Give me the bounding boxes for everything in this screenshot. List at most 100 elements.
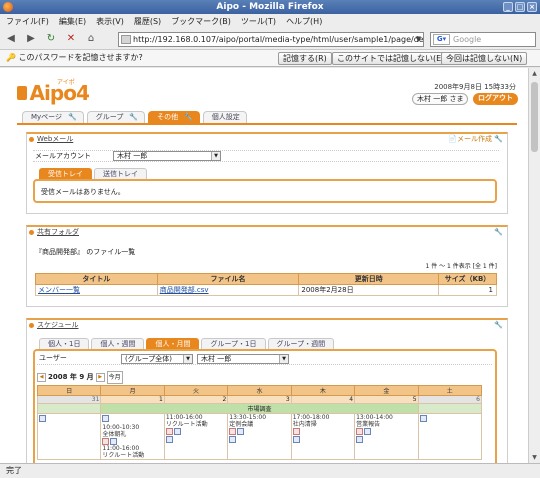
add-event-icon[interactable] — [165, 436, 173, 443]
day-cell-wed[interactable]: 13:30-15:00 定例会議 — [227, 413, 292, 460]
day-cell-fri[interactable]: 13:00-14:00 営業報告 — [354, 413, 419, 460]
menu-help[interactable]: ヘルプ(H) — [286, 16, 322, 27]
col-filename[interactable]: ファイル名 — [156, 273, 300, 285]
this-month-button[interactable]: 今月 — [106, 370, 123, 384]
menu-edit[interactable]: 編集(E) — [59, 16, 86, 27]
next-month-icon[interactable]: ▶ — [95, 372, 105, 382]
user-label: ユーザー — [39, 354, 67, 362]
search-engine-icon[interactable]: G▾ — [433, 34, 450, 45]
span-event[interactable]: 市場調査 — [100, 403, 419, 414]
not-now-button[interactable]: 今回は記憶しない(N) — [441, 52, 528, 65]
home-icon[interactable]: ⌂ — [84, 32, 98, 46]
file-title-link[interactable]: メンバー一覧 — [38, 286, 80, 294]
add-event-icon[interactable] — [39, 415, 46, 422]
tab-group-week[interactable]: グループ・週間 — [267, 338, 335, 349]
day-cell-thu[interactable]: 17:00-18:00 社内清掃 — [290, 413, 356, 460]
day-number[interactable]: 5 — [354, 395, 419, 404]
wrench-icon[interactable]: 🔧 — [494, 320, 503, 331]
scroll-down-icon[interactable]: ▼ — [529, 452, 540, 463]
tab-personal-settings[interactable]: 個人設定 — [202, 111, 247, 123]
menu-file[interactable]: ファイル(F) — [6, 16, 49, 27]
add-event-icon[interactable] — [229, 436, 237, 443]
aipo-logo[interactable]: Aipo4 アイポ — [17, 79, 90, 105]
close-button[interactable]: × — [527, 2, 537, 12]
tab-mypage[interactable]: Myページ 🔧 — [22, 111, 84, 123]
remember-password-button[interactable]: 記憶する(R) — [278, 52, 332, 65]
url-dropdown-icon[interactable]: ▼ — [416, 33, 421, 46]
add-event-icon[interactable] — [292, 436, 300, 443]
wrench-icon[interactable]: 🔧 — [494, 227, 503, 238]
wrench-icon[interactable]: 🔧 — [184, 112, 193, 123]
url-bar[interactable]: http://192.168.0.107/aipo/portal/media-t… — [118, 32, 424, 47]
page-favicon — [121, 35, 131, 44]
tab-other[interactable]: その他 🔧 — [148, 111, 200, 123]
mail-account-select[interactable]: 木村 一郎 ▼ — [113, 151, 221, 161]
stop-icon[interactable]: ✕ — [64, 32, 78, 46]
search-box[interactable]: G▾ Google — [430, 32, 536, 47]
day-number[interactable]: 4 — [290, 395, 356, 404]
day-number[interactable]: 1 — [100, 395, 165, 404]
day-number[interactable]: 6 — [417, 395, 483, 404]
col-title[interactable]: タイトル — [35, 273, 158, 285]
maximize-button[interactable]: □ — [515, 2, 525, 12]
webmail-portlet: Webメール 📄メール作成 🔧 メールアカウント 木村 一郎 ▼ 受信トレイ 送信… — [26, 132, 508, 214]
facility-icon — [110, 438, 118, 445]
wrench-icon[interactable]: 🔧 — [129, 112, 138, 123]
webmail-title[interactable]: Webメール 📄メール作成 🔧 — [27, 134, 507, 146]
minimize-button[interactable]: _ — [503, 2, 513, 12]
window-titlebar: Aipo - Mozilla Firefox _ □ × — [0, 0, 540, 14]
forward-icon[interactable]: ▶ — [24, 32, 38, 46]
add-event-icon[interactable] — [102, 415, 110, 422]
add-event-icon[interactable] — [356, 436, 364, 443]
menu-tools[interactable]: ツール(T) — [241, 16, 276, 27]
event-item[interactable]: 17:00-18:00 社内清掃 — [293, 414, 353, 428]
wrench-icon[interactable]: 🔧 — [68, 112, 77, 123]
event-item[interactable]: 11:00-16:00 リクルート活動 — [166, 414, 226, 428]
day-cell-sat[interactable] — [417, 413, 483, 460]
prev-month-icon[interactable]: ◀ — [37, 372, 46, 382]
event-item[interactable]: 11:00-16:00 リクルート活動 — [102, 445, 162, 459]
chevron-down-icon: ▼ — [279, 355, 288, 363]
event-item[interactable]: 13:30-15:00 定例会議 — [229, 414, 289, 428]
scroll-up-icon[interactable]: ▲ — [529, 68, 540, 79]
password-notification-bar: 🔑 このパスワードを記憶させますか? 記憶する(R) このサイトでは記憶しない(… — [0, 50, 540, 67]
tab-personal-day[interactable]: 個人・1日 — [39, 338, 90, 349]
day-cell-sun[interactable] — [36, 413, 102, 460]
group-select[interactable]: (グループ全体) ▼ — [121, 354, 193, 364]
never-remember-button[interactable]: このサイトでは記憶しない(E) — [332, 52, 450, 65]
reload-icon[interactable]: ↻ — [44, 32, 58, 46]
menu-bookmarks[interactable]: ブックマーク(B) — [171, 16, 231, 27]
add-event-icon[interactable] — [419, 415, 427, 422]
tab-sent[interactable]: 送信トレイ — [94, 168, 147, 179]
compose-mail-link[interactable]: 📄メール作成 🔧 — [448, 134, 503, 145]
tab-inbox[interactable]: 受信トレイ — [39, 168, 92, 179]
day-cell-mon[interactable]: 10:00-10:30 全体朝礼 11:00-16:00 リクルート活動 — [100, 413, 165, 460]
event-item[interactable]: 13:00-14:00 営業報告 — [356, 414, 416, 428]
event-item[interactable]: 10:00-10:30 全体朝礼 — [102, 424, 162, 438]
tab-personal-month[interactable]: 個人・月間 — [146, 338, 200, 349]
file-name-link[interactable]: 商品開発部.csv — [160, 286, 209, 294]
col-size[interactable]: サイズ（KB） — [438, 273, 497, 285]
vertical-scrollbar[interactable]: ▲ ▼ — [528, 68, 540, 463]
menu-view[interactable]: 表示(V) — [96, 16, 124, 27]
month-navigation: ◀ 2008 年 9 月 ▶ 今月 — [37, 370, 123, 384]
tab-group[interactable]: グループ 🔧 — [86, 111, 146, 123]
weekday-sat: 土 — [417, 385, 483, 396]
col-updated[interactable]: 更新日時 — [298, 273, 440, 285]
mail-list: 受信メールはありません。 — [33, 179, 497, 203]
schedule-title[interactable]: スケジュール 🔧 — [27, 320, 507, 332]
scrollbar-thumb[interactable] — [531, 82, 538, 152]
day-number[interactable]: 31 — [36, 395, 102, 404]
back-icon[interactable]: ◀ — [4, 32, 18, 46]
shared-folder-title[interactable]: 共有フォルダ 🔧 — [27, 227, 507, 239]
user-button[interactable]: 木村 一郎 さま — [412, 93, 469, 105]
menu-history[interactable]: 履歴(S) — [134, 16, 161, 27]
event-badges — [102, 438, 162, 445]
logout-button[interactable]: ログアウト — [473, 93, 518, 105]
day-number[interactable]: 3 — [227, 395, 292, 404]
day-cell-tue[interactable]: 11:00-16:00 リクルート活動 — [163, 413, 229, 460]
day-number[interactable]: 2 — [163, 395, 229, 404]
tab-personal-week[interactable]: 個人・週間 — [91, 338, 145, 349]
user-select[interactable]: 木村 一郎 ▼ — [197, 354, 289, 364]
tab-group-day[interactable]: グループ・1日 — [201, 338, 266, 349]
